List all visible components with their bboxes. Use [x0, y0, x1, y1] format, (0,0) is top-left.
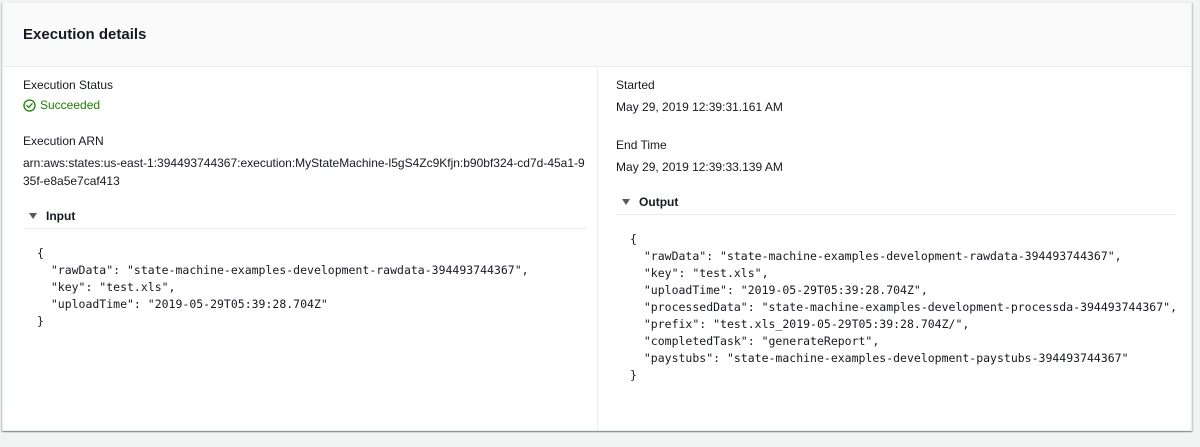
- end-time-field: End Time May 29, 2019 12:39:33.139 AM: [616, 137, 1177, 176]
- output-json: { "rawData": "state-machine-examples-dev…: [630, 232, 1177, 382]
- execution-arn-label: Execution ARN: [23, 134, 104, 148]
- details-columns: Execution Status Succeeded Execution ARN…: [3, 67, 1191, 430]
- started-field: Started May 29, 2019 12:39:31.161 AM: [616, 77, 1177, 116]
- input-label: Input: [46, 209, 76, 223]
- panel-header: Execution details: [3, 3, 1191, 67]
- started-value: May 29, 2019 12:39:31.161 AM: [616, 100, 783, 114]
- right-column: Started May 29, 2019 12:39:31.161 AM End…: [598, 67, 1191, 430]
- execution-arn-field: Execution ARN arn:aws:states:us-east-1:3…: [23, 133, 587, 190]
- output-label: Output: [639, 195, 679, 209]
- end-time-value: May 29, 2019 12:39:33.139 AM: [616, 160, 783, 174]
- execution-details-panel: Execution details Execution Status Succe…: [2, 2, 1192, 431]
- caret-down-icon: [29, 213, 37, 219]
- execution-arn-value: arn:aws:states:us-east-1:394493744367:ex…: [23, 156, 585, 188]
- execution-status-field: Execution Status Succeeded: [23, 77, 587, 112]
- input-json: { "rawData": "state-machine-examples-dev…: [37, 246, 529, 328]
- status-text: Succeeded: [40, 98, 101, 112]
- output-expander[interactable]: Output: [616, 192, 1177, 215]
- caret-down-icon: [622, 199, 631, 205]
- panel-title: Execution details: [23, 26, 147, 43]
- check-circle-icon: [23, 98, 36, 112]
- end-time-label: End Time: [616, 138, 667, 152]
- status-indicator: Succeeded: [23, 98, 587, 112]
- left-column: Execution Status Succeeded Execution ARN…: [3, 67, 599, 430]
- started-label: Started: [616, 78, 655, 92]
- input-expander[interactable]: Input: [23, 206, 588, 229]
- execution-status-label: Execution Status: [23, 78, 114, 92]
